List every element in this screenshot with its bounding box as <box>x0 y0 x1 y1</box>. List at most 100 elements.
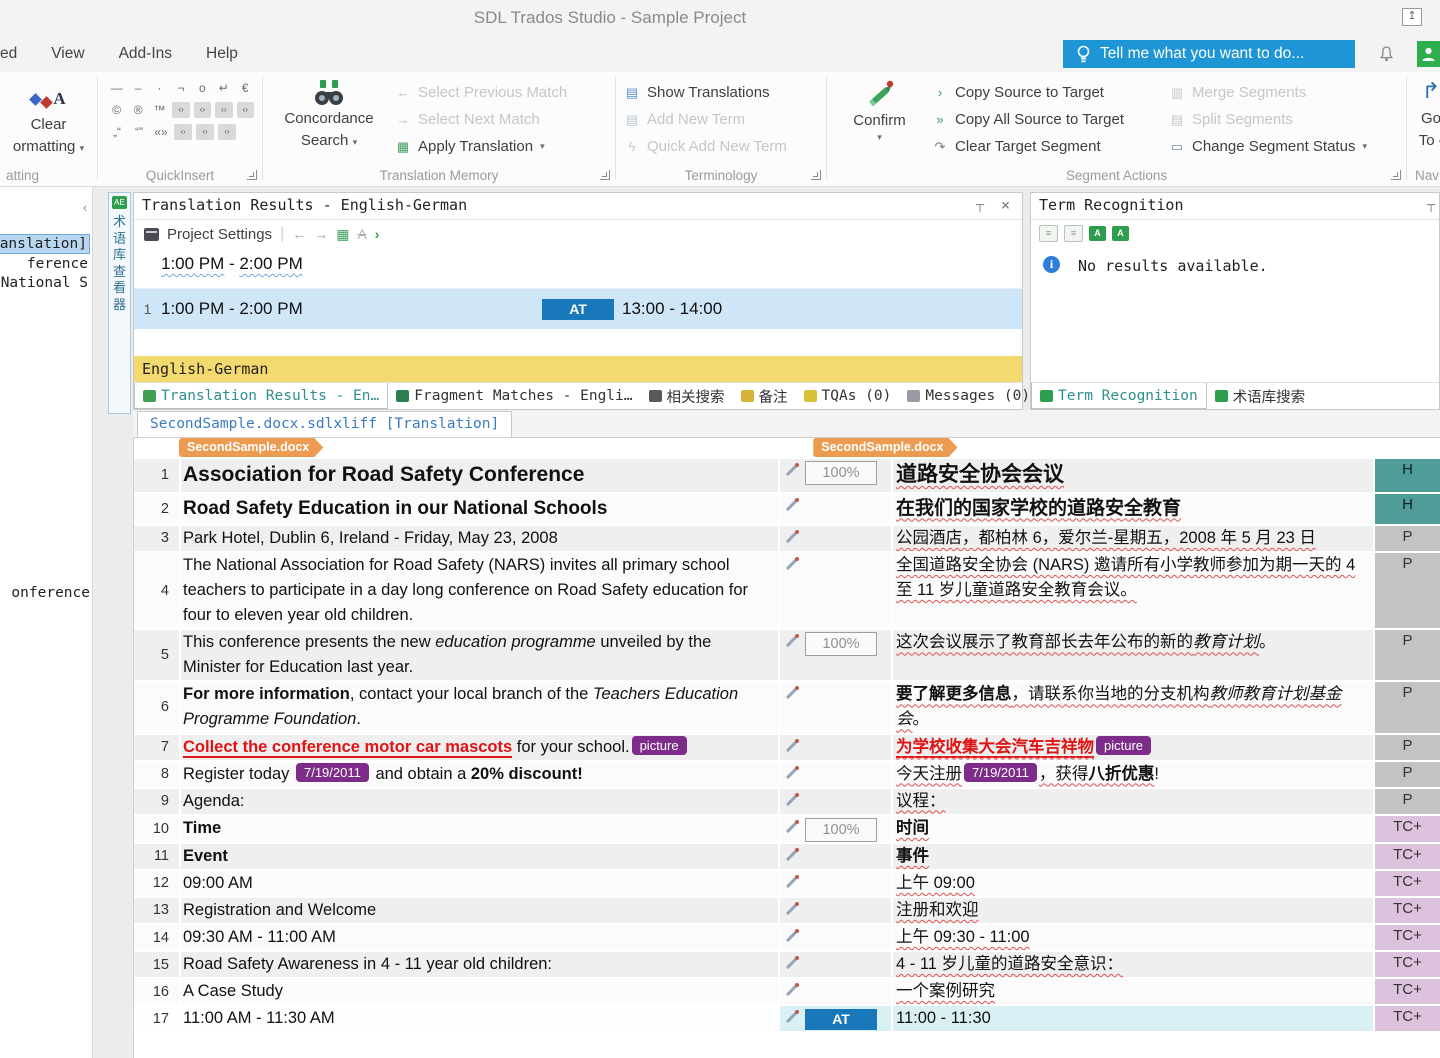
quickinsert-symbol[interactable]: ™ <box>151 102 168 118</box>
account-icon[interactable] <box>1417 41 1440 67</box>
quickinsert-symbol[interactable]: € <box>237 80 254 96</box>
termbase-search-icon[interactable]: A <box>1112 226 1129 241</box>
show-translations-button[interactable]: ▤Show Translations <box>624 79 826 106</box>
source-cell[interactable]: A Case Study <box>179 979 778 1004</box>
next-match-icon[interactable]: → <box>314 226 328 242</box>
translation-match-row[interactable]: 1 1:00 PM - 2:00 PM AT 13:00 - 14:00 <box>134 288 1022 329</box>
project-settings-button[interactable]: Project Settings <box>167 226 272 243</box>
apply-translation-button[interactable]: ▦Apply Translation▾ <box>395 133 567 160</box>
select-previous-match-button[interactable]: ←Select Previous Match <box>395 79 567 106</box>
menu-item-add-ins[interactable]: Add-Ins <box>119 45 172 63</box>
quickinsert-symbol[interactable]: o <box>194 80 211 96</box>
source-cell[interactable]: The National Association for Road Safety… <box>179 553 778 628</box>
tab-translation-results-en[interactable]: Translation Results - En… <box>134 383 388 409</box>
add-term-icon[interactable]: ≡ <box>1064 225 1083 242</box>
source-cell[interactable]: Road Safety Awareness in 4 - 11 year old… <box>179 952 778 977</box>
target-cell[interactable]: 这次会议展示了教育部长去年公布的新的教育计划。 <box>891 630 1373 680</box>
quickinsert-dialog-launcher[interactable] <box>247 170 257 180</box>
tab-相关搜索[interactable]: 相关搜索 <box>641 383 733 409</box>
list-item[interactable]: onference <box>11 585 90 601</box>
hitlist-settings-icon[interactable]: A <box>1089 226 1106 241</box>
quickinsert-symbol[interactable]: «» <box>152 124 170 140</box>
source-cell[interactable]: Collect the conference motor car mascots… <box>179 735 778 760</box>
quickinsert-symbol[interactable]: ‹› <box>174 124 192 140</box>
source-cell[interactable]: Park Hotel, Dublin 6, Ireland - Friday, … <box>179 526 778 551</box>
target-cell[interactable]: 今天注册7/19/2011，获得八折优惠! <box>891 762 1373 787</box>
tab-messages-0[interactable]: Messages (0) <box>899 383 1038 409</box>
target-cell[interactable]: 4 - 11 岁儿童的道路安全意识： <box>891 952 1373 977</box>
target-cell[interactable]: 为学校收集大会汽车吉祥物picture <box>891 735 1373 760</box>
target-cell[interactable]: 一个案例研究 <box>891 979 1373 1004</box>
pin-icon[interactable]: ┬ <box>1427 193 1435 218</box>
select-next-match-button[interactable]: →Select Next Match <box>395 106 567 133</box>
translation-memory-dialog-launcher[interactable] <box>600 170 610 180</box>
tell-me-search-bar[interactable]: Tell me what you want to do... <box>1063 40 1355 68</box>
pin-icon[interactable]: ┬ <box>976 193 984 218</box>
segment-actions-dialog-launcher[interactable] <box>1391 170 1401 180</box>
quickinsert-symbol[interactable]: ® <box>129 102 146 118</box>
target-cell[interactable]: 全国道路安全协会 (NARS) 邀请所有小学教师参加为期一天的 4 至 11 岁… <box>891 553 1373 628</box>
target-cell[interactable]: 要了解更多信息，请联系你当地的分支机构教师教育计划基金会。 <box>891 682 1373 732</box>
source-cell[interactable]: Association for Road Safety Conference <box>179 459 778 492</box>
target-cell[interactable]: 上午 09:00 <box>891 871 1373 896</box>
menu-item-view[interactable]: View <box>51 45 84 63</box>
tab-fragment-matches-engli[interactable]: Fragment Matches - Engli… <box>388 383 640 409</box>
source-cell[interactable]: 11:00 AM - 11:30 AM <box>179 1006 778 1031</box>
source-cell[interactable]: Registration and Welcome <box>179 898 778 923</box>
tab-备注[interactable]: 备注 <box>733 383 796 409</box>
list-item[interactable]: National S <box>0 274 90 292</box>
tab-tqas-0[interactable]: TQAs (0) <box>796 383 900 409</box>
target-cell[interactable]: 11:00 - 11:30 <box>891 1006 1373 1031</box>
clear-formatting-button[interactable]: A Clear ormatting ▾ <box>0 72 97 159</box>
tab-term-recognition[interactable]: Term Recognition <box>1031 383 1207 409</box>
target-cell[interactable]: 注册和欢迎 <box>891 898 1373 923</box>
source-cell[interactable]: Road Safety Education in our National Sc… <box>179 494 778 524</box>
source-cell[interactable]: 09:30 AM - 11:00 AM <box>179 925 778 950</box>
expand-icon[interactable]: › <box>375 226 380 242</box>
quickinsert-symbol[interactable]: ‹› <box>237 102 254 118</box>
source-cell[interactable]: Register today 7/19/2011 and obtain a 20… <box>179 762 778 787</box>
target-cell[interactable]: 上午 09:30 - 11:00 <box>891 925 1373 950</box>
quickinsert-symbol[interactable]: ‹› <box>196 124 214 140</box>
change-segment-status-button[interactable]: ▭Change Segment Status▾ <box>1169 133 1367 160</box>
clear-target-segment-button[interactable]: ↷Clear Target Segment <box>932 133 1169 160</box>
target-cell[interactable]: 道路安全协会会议 <box>891 459 1373 492</box>
source-cell[interactable]: For more information, contact your local… <box>179 682 778 732</box>
apply-translation-icon[interactable]: ▦ <box>336 226 349 243</box>
go-to-button[interactable]: ↱ Go To ▾ <box>1407 72 1440 153</box>
target-cell[interactable]: 公园酒店，都柏林 6，爱尔兰-星期五，2008 年 5 月 23 日 <box>891 526 1373 551</box>
termbase-viewer-vertical-tab[interactable]: AE 术语库查看器 <box>108 192 131 414</box>
copy-source-to-target-button[interactable]: ›Copy Source to Target <box>932 79 1169 106</box>
quickinsert-symbol[interactable]: ‹› <box>215 102 232 118</box>
quick-add-new-term-button[interactable]: ϟQuick Add New Term <box>624 133 826 160</box>
split-segments-button[interactable]: ▤Split Segments <box>1169 106 1367 133</box>
quickinsert-symbol[interactable]: ↵ <box>215 80 232 96</box>
source-cell[interactable]: 09:00 AM <box>179 871 778 896</box>
target-cell[interactable]: 时间 <box>891 816 1373 842</box>
source-cell[interactable]: Event <box>179 844 778 869</box>
notifications-bell-icon[interactable] <box>1378 45 1395 67</box>
source-cell[interactable]: Time <box>179 816 778 842</box>
termbase-viewer-icon[interactable]: ≡ <box>1039 225 1058 242</box>
add-new-term-button[interactable]: ▤Add New Term <box>624 106 826 133</box>
source-cell[interactable]: Agenda: <box>179 789 778 814</box>
collapse-chevron-icon[interactable]: ‹ <box>81 201 89 216</box>
list-item[interactable]: ference <box>0 255 90 273</box>
quickinsert-symbol[interactable]: “” <box>130 124 148 140</box>
quickinsert-symbol[interactable]: — <box>108 80 125 96</box>
ribbon-display-options-icon[interactable]: ↥ <box>1402 8 1422 26</box>
previous-match-icon[interactable]: ← <box>292 226 306 242</box>
document-tab[interactable]: SecondSample.docx.sdlxliff [Translation] <box>137 411 512 438</box>
terminology-dialog-launcher[interactable] <box>811 170 821 180</box>
quickinsert-symbol[interactable]: ‹› <box>172 102 189 118</box>
target-cell[interactable]: 议程： <box>891 789 1373 814</box>
target-cell[interactable]: 事件 <box>891 844 1373 869</box>
quickinsert-symbol[interactable]: ¬ <box>172 80 189 96</box>
quickinsert-symbol[interactable]: ‹› <box>218 124 236 140</box>
edit-translation-icon[interactable]: A <box>357 226 366 242</box>
quickinsert-symbol[interactable]: „“ <box>108 124 126 140</box>
quickinsert-symbol[interactable]: © <box>108 102 125 118</box>
copy-all-source-to-target-button[interactable]: »Copy All Source to Target <box>932 106 1169 133</box>
quickinsert-symbol[interactable]: ‹› <box>194 102 211 118</box>
menu-item-help[interactable]: Help <box>206 45 238 63</box>
